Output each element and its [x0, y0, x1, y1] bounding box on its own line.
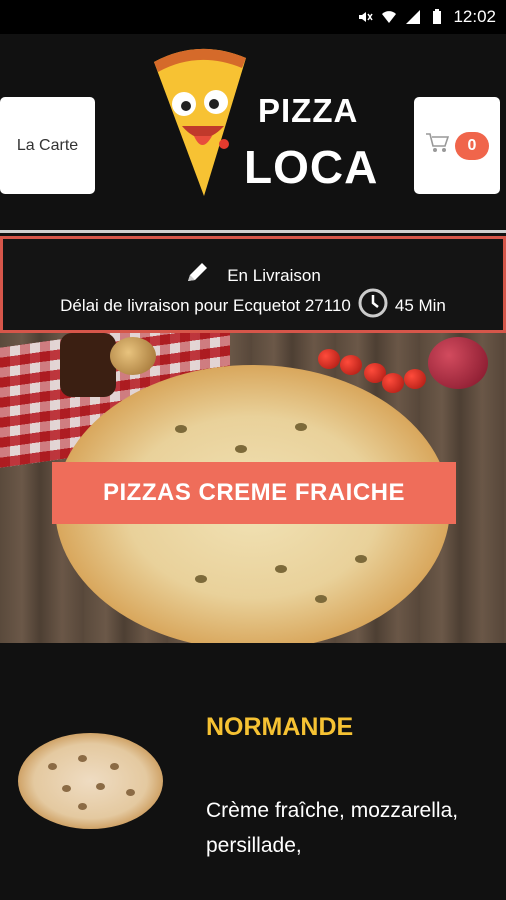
garlic-decoration: [110, 337, 156, 375]
pepper-grinder-decoration: [60, 333, 116, 397]
cart-icon: [425, 132, 450, 159]
delivery-info-panel[interactable]: En Livraison Délai de livraison pour Ecq…: [0, 236, 506, 333]
product-name[interactable]: NORMANDE: [206, 713, 353, 742]
tomato-decoration: [340, 355, 362, 375]
cart-count-badge: 0: [455, 131, 489, 160]
status-bar: 12:02: [0, 0, 506, 34]
product-thumbnail[interactable]: [18, 733, 163, 829]
category-hero-image[interactable]: PIZZAS CREME FRAICHE: [0, 333, 506, 643]
onion-decoration: [428, 337, 488, 389]
logo-word-loca: LOCA: [244, 141, 379, 193]
product-description: Crème fraîche, mozzarella, persillade,: [206, 799, 459, 857]
wifi-icon: [381, 9, 397, 25]
status-time: 12:02: [453, 7, 496, 26]
product-list-item[interactable]: NORMANDE Crème fraîche, mozzarella, pers…: [0, 643, 506, 900]
delivery-delay-text: Délai de livraison pour Ecquetot 27110: [60, 295, 351, 315]
menu-button-label: La Carte: [16, 136, 79, 154]
mute-icon: [357, 9, 374, 25]
pencil-icon[interactable]: [185, 261, 211, 290]
cart-button[interactable]: 0: [414, 97, 500, 194]
tomato-decoration: [382, 373, 404, 393]
signal-icon: [405, 9, 421, 25]
clock-icon: [357, 287, 389, 324]
header-divider: [0, 230, 506, 233]
tomato-decoration: [404, 369, 426, 389]
delivery-delay-time: 45 Min: [394, 295, 446, 315]
tomato-decoration: [318, 349, 340, 369]
menu-button[interactable]: La Carte: [0, 97, 95, 194]
logo-word-pizza: PIZZA: [258, 92, 359, 129]
delivery-mode-label: En Livraison: [227, 265, 321, 285]
battery-icon: [429, 9, 445, 25]
category-title-banner[interactable]: PIZZAS CREME FRAICHE: [52, 462, 456, 524]
